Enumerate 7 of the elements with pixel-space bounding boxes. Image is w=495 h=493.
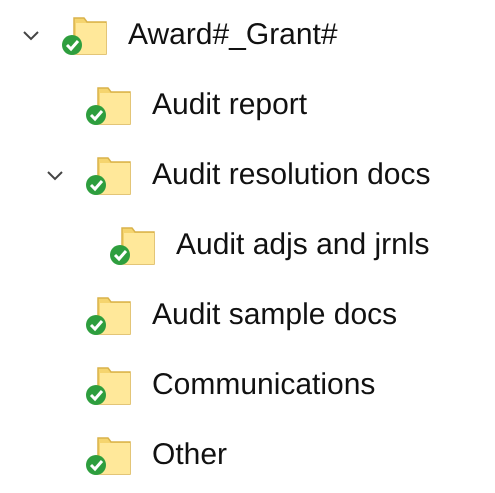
folder-name[interactable]: Other [152,438,228,472]
folder-name[interactable]: Audit resolution docs [152,158,430,192]
folder-name[interactable]: Audit sample docs [152,298,398,332]
folder-name[interactable]: Audit report [152,88,308,122]
folder-name[interactable]: Audit adjs and jrnls [176,228,430,262]
folder-name[interactable]: Communications [152,368,376,402]
folder-name[interactable]: Award#_Grant# [128,18,338,52]
